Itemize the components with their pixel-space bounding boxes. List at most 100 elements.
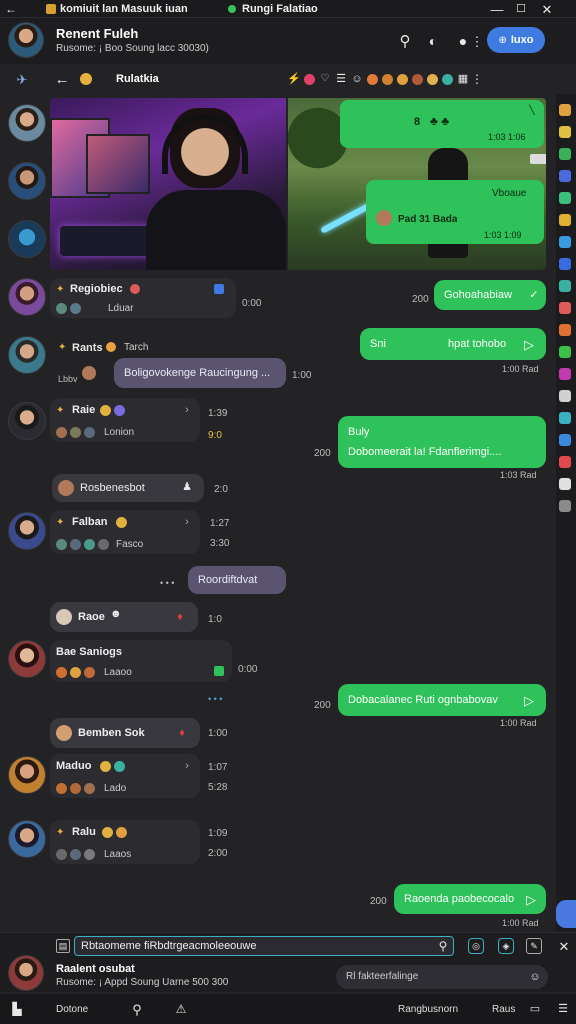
conversation-row-1[interactable]: ✦ Regiobiec Lduar <box>50 278 236 318</box>
search-icon[interactable]: ⚲ <box>396 32 414 50</box>
reply-field[interactable]: Rl fakteerfalinge ☺ <box>336 965 548 989</box>
rail-app-16[interactable] <box>559 434 571 446</box>
nav-alert-icon[interactable]: ⚠ <box>174 1002 188 1016</box>
rail-app-14[interactable] <box>559 390 571 402</box>
emoji-picker-icon[interactable]: ☺ <box>528 970 542 984</box>
heart-icon[interactable]: ♡ <box>319 74 331 84</box>
contact-avatar-9[interactable] <box>8 756 46 794</box>
dark-mode-icon[interactable]: ● <box>454 32 472 50</box>
contact-avatar-10[interactable] <box>8 820 46 858</box>
conversation-row-3[interactable]: ✦ Raie › Lonion <box>50 398 200 442</box>
pin-icon[interactable]: ✈ <box>14 71 30 87</box>
streamer-photo[interactable] <box>50 98 286 270</box>
composer-avatar[interactable] <box>8 955 44 991</box>
smile-icon[interactable]: ☺ <box>351 73 363 85</box>
more-icon[interactable]: ⋮ <box>471 32 484 50</box>
conversation-row-4[interactable]: ✦ Falban › Fasco <box>50 510 200 554</box>
rail-app-17[interactable] <box>559 456 571 468</box>
message-outgoing-3[interactable]: Buly Dobomeerait la! Fdanflerimgi.... <box>338 416 546 468</box>
overlay-card-2[interactable]: Vboaue Pad 31 Bada 1:03 1:09 <box>366 180 544 244</box>
right-rail <box>556 94 576 932</box>
minimize-icon[interactable]: — <box>490 2 504 16</box>
conversation-row-7[interactable]: ✦ Ralu Laaos <box>50 820 200 864</box>
list-icon[interactable]: ☰ <box>335 73 347 85</box>
maximize-icon[interactable]: ☐ <box>514 2 528 16</box>
nav-item-2[interactable]: Rangbusnorn <box>398 1004 458 1015</box>
attach-icon[interactable]: ▤ <box>56 939 70 953</box>
composer-action-2-icon[interactable]: ◈ <box>498 938 514 954</box>
rail-app-11[interactable] <box>559 324 571 336</box>
contact-avatar-7[interactable] <box>8 512 46 550</box>
system-pill-3[interactable]: Bemben Sok ♦ <box>50 718 200 748</box>
grid-icon[interactable]: ▦ <box>457 73 469 85</box>
reaction-record-icon[interactable] <box>304 73 315 85</box>
back-arrow-icon[interactable]: ← <box>4 2 18 16</box>
emoji-1-icon[interactable] <box>367 73 378 85</box>
close-icon[interactable]: ✕ <box>540 2 554 16</box>
message-outgoing-5[interactable]: Raoenda paobecocalo ▷ <box>394 884 546 914</box>
emoji-5-icon[interactable] <box>427 73 438 85</box>
rail-app-9[interactable] <box>559 280 571 292</box>
rail-app-7[interactable] <box>559 236 571 248</box>
rail-app-8[interactable] <box>559 258 571 270</box>
cta-button[interactable]: ⊕ Iuxo <box>487 27 545 53</box>
message-outgoing-4[interactable]: Dobacalanec Ruti ognbabovav ▷ <box>338 684 546 716</box>
media-post[interactable]: 8 ♣ ♣ 1:03 1:06 ╲ Vboaue Pad 31 Bada 1:0… <box>50 98 546 270</box>
card-1-close-icon[interactable]: ╲ <box>526 104 538 116</box>
emoji-3-icon[interactable] <box>397 73 408 85</box>
rail-app-6[interactable] <box>559 214 571 226</box>
system-pill-2[interactable]: Raoe ☻ ♦ <box>50 602 198 632</box>
rail-app-19[interactable] <box>559 500 571 512</box>
conversation-row-5[interactable]: Bae Saniogs Laaoo <box>50 640 232 682</box>
user-avatar[interactable] <box>8 22 44 58</box>
notification-icon[interactable]: ◐ <box>424 32 442 50</box>
message-outgoing-2[interactable]: Sni hpat tohobo ▷ <box>360 328 546 360</box>
contact-avatar-2[interactable] <box>8 162 46 200</box>
rail-app-18[interactable] <box>559 478 571 490</box>
bolt-icon[interactable]: ⚡ <box>287 73 301 85</box>
row-6-chevron-icon[interactable]: › <box>182 760 192 772</box>
overlay-card-1[interactable]: 8 ♣ ♣ 1:03 1:06 ╲ <box>340 100 544 148</box>
contact-avatar-3[interactable] <box>8 220 46 258</box>
emoji-6-icon[interactable] <box>442 73 453 85</box>
home-icon[interactable]: ▙ <box>10 1002 24 1016</box>
rail-app-13[interactable] <box>559 368 571 380</box>
composer-close-icon[interactable]: ✕ <box>556 938 572 954</box>
contact-avatar-8[interactable] <box>8 640 46 678</box>
row-6-right: 1:07 <box>208 762 228 773</box>
nav-item-3[interactable]: Raus <box>492 1004 515 1015</box>
message-incoming-1[interactable]: Boligovokenge Raucingung ... <box>114 358 286 388</box>
contact-avatar-6[interactable] <box>8 402 46 440</box>
row-4-chevron-icon[interactable]: › <box>182 516 192 528</box>
rail-app-5[interactable] <box>559 192 571 204</box>
composer-action-3-icon[interactable]: ✎ <box>526 938 542 954</box>
nav-search-icon[interactable]: ⚲ <box>130 1002 144 1016</box>
nav-item-1[interactable]: Dotone <box>56 1004 88 1015</box>
composer-action-1-icon[interactable]: ◎ <box>468 938 484 954</box>
back-icon[interactable]: ← <box>54 71 70 87</box>
rail-app-4[interactable] <box>559 170 571 182</box>
emoji-2-icon[interactable] <box>382 73 393 85</box>
message-outgoing-1[interactable]: Gohoahabiaw ✓ <box>434 280 546 310</box>
message-incoming-2[interactable]: Roordiftdvat <box>188 566 286 594</box>
contact-avatar-4[interactable] <box>8 278 46 316</box>
rail-app-10[interactable] <box>559 302 571 314</box>
input-search-icon[interactable]: ⚲ <box>436 939 450 953</box>
contact-avatar-1[interactable] <box>8 104 46 142</box>
nav-menu-icon[interactable]: ☰ <box>556 1002 570 1016</box>
rail-app-1[interactable] <box>559 104 571 116</box>
system-pill-1[interactable]: Rosbenesbot ♟ <box>52 474 204 502</box>
rail-app-15[interactable] <box>559 412 571 424</box>
row-3-chevron-icon[interactable]: › <box>182 404 192 416</box>
toolbar-more-icon[interactable]: ⋮ <box>471 73 483 85</box>
conversation-row-6[interactable]: Maduo › Lado <box>50 754 200 798</box>
rail-app-3[interactable] <box>559 148 571 160</box>
rail-app-12[interactable] <box>559 346 571 358</box>
message-input[interactable] <box>74 936 454 956</box>
rail-app-2[interactable] <box>559 126 571 138</box>
contact-avatar-5[interactable] <box>8 336 46 374</box>
row-2-icon: ✦ <box>58 342 67 353</box>
nav-window-icon[interactable]: ▭ <box>528 1002 542 1016</box>
rail-fab[interactable] <box>556 900 576 928</box>
emoji-4-icon[interactable] <box>412 73 423 85</box>
